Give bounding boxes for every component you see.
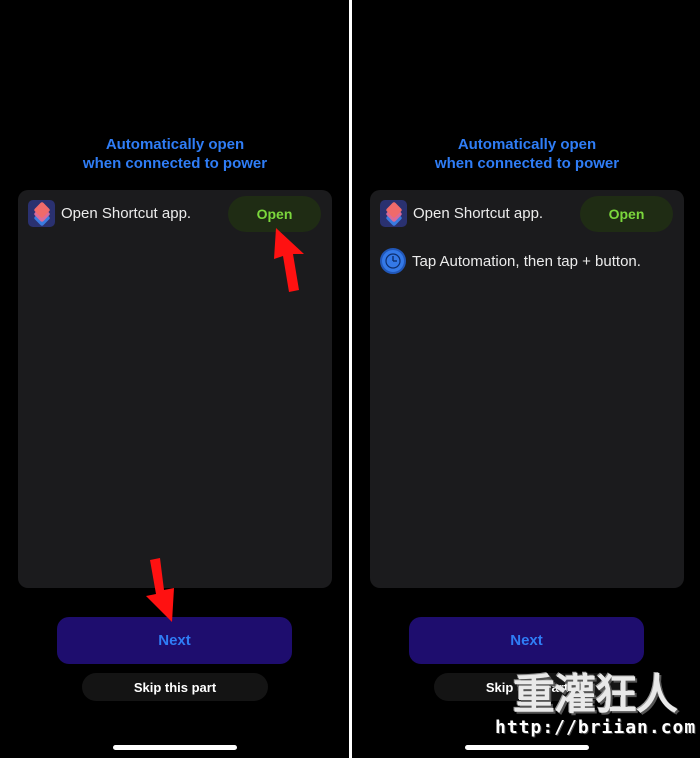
screen-title-line2: when connected to power — [434, 155, 620, 172]
next-button[interactable]: Next — [57, 617, 292, 664]
step-text: Open Shortcut app. — [413, 205, 544, 222]
open-button[interactable]: Open — [580, 196, 673, 232]
skip-button[interactable]: Skip this part — [82, 673, 268, 701]
shortcuts-app-icon — [380, 200, 407, 227]
clock-icon — [380, 248, 406, 274]
step-text: Open Shortcut app. — [61, 205, 192, 222]
screen-title-line1: Automatically open — [105, 136, 245, 153]
watermark-logo-text: 重灌狂人 — [512, 670, 678, 719]
open-button[interactable]: Open — [228, 196, 321, 232]
steps-card: Open Shortcut app. Open Tap Automation, … — [370, 190, 684, 588]
watermark-url: http://briian.com — [495, 717, 697, 738]
screen-title-line2: when connected to power — [82, 155, 268, 172]
red-arrow-next-annotation — [146, 558, 174, 622]
next-button[interactable]: Next — [409, 617, 644, 664]
left-screen: Automatically open when connected to pow… — [0, 0, 350, 758]
step-open-shortcut: Open Shortcut app. — [28, 200, 191, 227]
home-indicator[interactable] — [465, 745, 589, 750]
screen-title-line1: Automatically open — [457, 136, 597, 153]
step-open-shortcut: Open Shortcut app. — [380, 200, 543, 227]
step-text: Tap Automation, then tap + button. — [412, 252, 641, 270]
shortcuts-app-icon — [28, 200, 55, 227]
home-indicator[interactable] — [113, 745, 237, 750]
right-screen: Automatically open when connected to pow… — [352, 0, 700, 758]
red-arrow-open-annotation — [274, 228, 304, 292]
step-tap-automation: Tap Automation, then tap + button. — [380, 248, 641, 274]
watermark-logo: 重灌狂人 http://briian.com — [495, 672, 695, 738]
